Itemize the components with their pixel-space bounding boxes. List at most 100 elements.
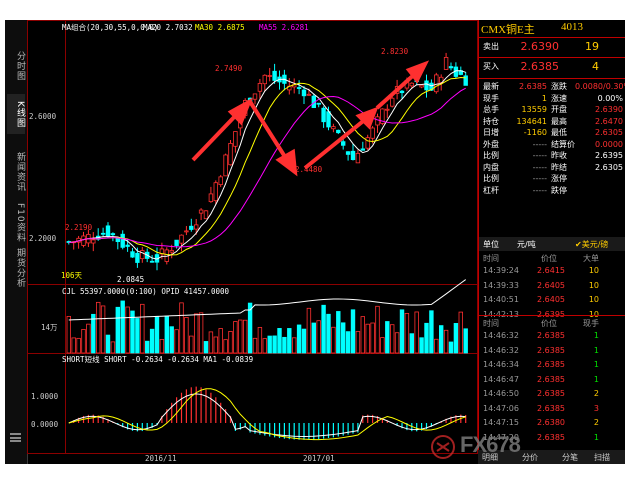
table-row[interactable]: 14:46:34 2.6385 1 — [479, 359, 625, 370]
volume-bar — [438, 325, 444, 354]
candle-body — [228, 142, 233, 166]
volume-bar — [242, 319, 248, 354]
volume-bar — [81, 329, 86, 354]
quote-key: 比例 — [483, 174, 499, 183]
candlestick-series — [66, 52, 468, 271]
quote-value: 2.6390 — [595, 105, 623, 114]
candle-body — [316, 102, 321, 105]
candle-body — [149, 260, 155, 263]
table-row[interactable]: 14:46:50 2.6385 2 — [479, 388, 625, 399]
quote-value: -1160 — [523, 128, 547, 137]
table-row[interactable]: 14:39:24 2.6415 10 — [479, 265, 625, 276]
unit-usd-checkbox[interactable]: ✔美元/磅 — [575, 239, 608, 250]
quote-panel: CMX铜E主 4013 卖出 2.6390 19 买入 2.6385 4 最新 2… — [478, 20, 625, 464]
table-row[interactable]: 14:39:33 2.6405 10 — [479, 280, 625, 291]
candle-body — [110, 233, 116, 236]
low-left-annotation: 2.2190 — [65, 223, 93, 232]
candle-body — [296, 87, 302, 89]
candle-body — [203, 210, 209, 220]
candle-body — [385, 108, 390, 111]
tab-kline[interactable]: K线图 — [7, 94, 25, 134]
table-row[interactable]: 14:47:06 2.6385 3 — [479, 403, 625, 414]
volume-bar — [360, 316, 365, 354]
candle-body — [252, 93, 258, 100]
sell-price: 2.6390 — [520, 40, 560, 53]
divider — [479, 315, 625, 316]
candle-body — [326, 111, 331, 128]
period-note: 106天 — [61, 271, 83, 280]
volume-bar — [228, 331, 233, 354]
row-qty: 1 — [593, 331, 599, 340]
volume-bar — [355, 331, 361, 354]
tab-news[interactable]: 新闻资讯 — [7, 144, 25, 200]
volume-bar — [301, 328, 307, 354]
volume-bar — [149, 328, 155, 354]
quote-value: 0.00% — [597, 93, 623, 103]
volume-bar — [336, 311, 341, 354]
buy-row[interactable]: 买入 2.6385 4 — [479, 61, 625, 75]
tab-timeshare[interactable]: 分时图 — [7, 44, 25, 88]
candle-body — [350, 150, 356, 161]
ma1-line — [68, 388, 466, 441]
table-row[interactable]: 14:46:32 2.6385 1 — [479, 330, 625, 341]
row-time: 14:39:24 — [483, 266, 519, 275]
quote-value: 13559 — [521, 105, 547, 114]
row-qty: 2 — [593, 418, 599, 427]
volume-bar — [424, 322, 429, 354]
short-oscillator — [68, 386, 467, 441]
candle-body — [91, 239, 96, 244]
arrow-head — [275, 148, 298, 177]
candle-body — [213, 182, 218, 202]
candle-body — [174, 239, 179, 246]
row-time: 14:39:33 — [483, 280, 519, 290]
candle-body — [301, 89, 307, 97]
row-qty: 10 — [588, 280, 599, 290]
menu-icon[interactable] — [10, 433, 21, 442]
volume-bar — [184, 317, 189, 354]
candle-body — [345, 151, 351, 155]
row-time: 14:46:32 — [483, 345, 519, 355]
row-qty: 3 — [593, 403, 599, 413]
quote-row: 持仓 134641 最高 2.6470 — [479, 116, 625, 127]
sell-row[interactable]: 卖出 2.6390 19 — [479, 41, 625, 55]
volume-bar — [419, 337, 424, 354]
short-header: SHORT短线 SHORT -0.2634 -0.2634 MA1 -0.083… — [62, 354, 253, 364]
quote-row: 外盘 ----- 结算价 0.0000 — [479, 139, 625, 150]
volume-bar — [291, 337, 297, 354]
candle-body — [208, 193, 214, 203]
table-row[interactable]: 14:40:51 2.6405 10 — [479, 294, 625, 305]
quote-key: 比例 — [483, 151, 499, 160]
short-line — [68, 393, 466, 437]
quote-row: 最新 2.6385 涨跌 0.0080/0.30% — [479, 81, 625, 92]
ma55-label: MA55 2.6281 — [259, 23, 309, 32]
candle-body — [463, 75, 468, 86]
table-row[interactable]: 14:46:47 2.6385 1 — [479, 374, 625, 385]
volume-bar — [174, 329, 179, 354]
volume-bar — [414, 311, 419, 354]
tab-analysis[interactable]: 期货分析 — [7, 242, 25, 294]
candle-body — [105, 225, 111, 237]
row-qty: 1 — [593, 374, 599, 384]
volume-bar — [96, 301, 101, 354]
volume-bar — [287, 328, 292, 354]
kline-chart[interactable]: MA组合(20,30,55,0,0,0) MA20 2.7032 MA30 2.… — [27, 20, 478, 464]
volume-bar — [247, 302, 253, 354]
buy-price: 2.6385 — [520, 60, 560, 73]
row-time: 14:46:34 — [483, 360, 519, 369]
candle-body — [193, 224, 199, 230]
unit-cny[interactable]: 元/吨 — [517, 239, 536, 250]
table-row[interactable]: 14:46:32 2.6385 1 — [479, 345, 625, 356]
divider — [479, 78, 625, 79]
volume-bar — [189, 335, 194, 354]
candle-body — [272, 70, 277, 81]
candle-body — [262, 74, 267, 85]
row-time: 14:40:51 — [483, 295, 519, 304]
low-annotation: 2.0845 — [117, 275, 144, 284]
column-header: 大单 — [583, 254, 599, 263]
volume-bar — [135, 318, 140, 354]
candle-body — [424, 80, 429, 91]
tab-f10[interactable]: F10资料 — [7, 200, 25, 246]
quote-value: ----- — [532, 174, 547, 183]
table-row[interactable]: 14:47:15 2.6380 2 — [479, 417, 625, 428]
column-header: 价位 — [541, 319, 557, 328]
